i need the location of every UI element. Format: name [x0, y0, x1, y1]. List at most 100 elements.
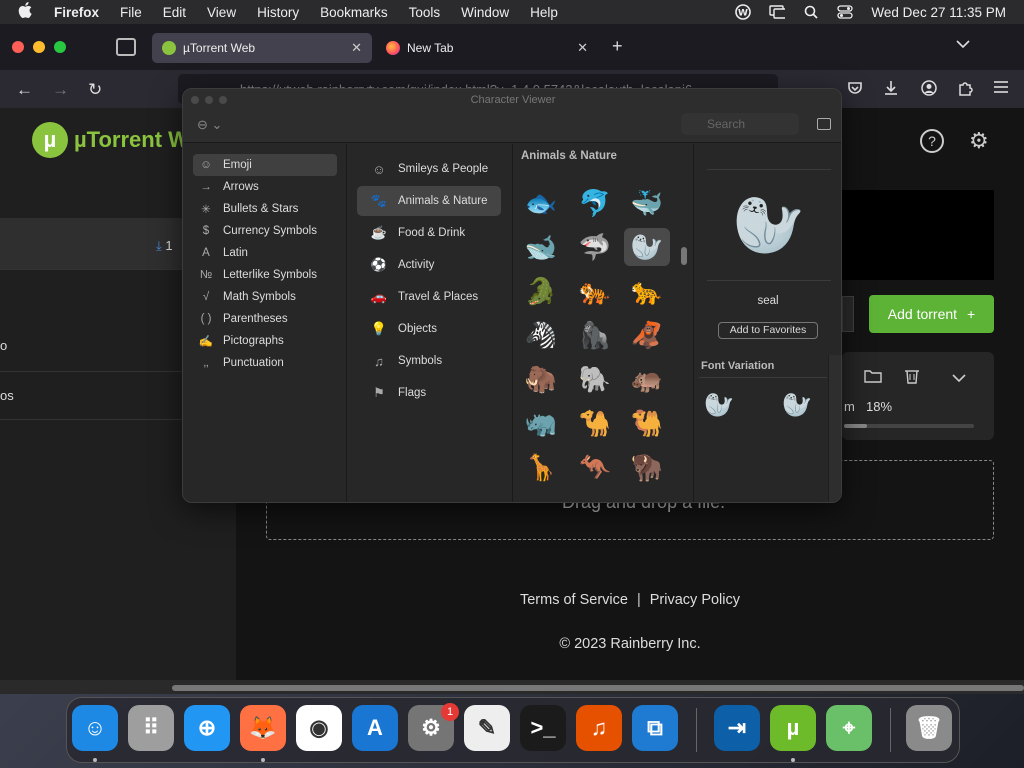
back-button[interactable]: ← — [16, 80, 33, 100]
category-item[interactable]: ✳ Bullets & Stars — [193, 198, 337, 220]
emoji-cell[interactable]: 🦒 — [518, 448, 564, 486]
category-item[interactable]: ( ) Parentheses — [193, 308, 337, 330]
dock-finder-icon[interactable]: ☺ — [72, 705, 118, 751]
subcategory-item[interactable]: 🐾 Animals & Nature — [357, 186, 501, 216]
subcategory-item[interactable]: ♫ Symbols — [357, 346, 501, 376]
category-item[interactable]: ✍ Pictographs — [193, 330, 337, 352]
category-item[interactable]: № Letterlike Symbols — [193, 264, 337, 286]
dock-terminal-icon[interactable]: >_ — [520, 705, 566, 751]
window-close-button[interactable] — [12, 41, 24, 53]
menu-history[interactable]: History — [257, 5, 299, 20]
add-to-favorites-button[interactable]: Add to Favorites — [718, 322, 818, 339]
account-icon[interactable] — [920, 80, 938, 98]
category-item[interactable]: ‚‚ Punctuation — [193, 352, 337, 374]
subcategory-item[interactable]: ☺ Smileys & People — [357, 154, 501, 184]
emoji-cell[interactable]: 🦧 — [624, 316, 670, 354]
torrent-url-input[interactable] — [842, 296, 854, 332]
terms-link[interactable]: Terms of Service — [520, 592, 628, 608]
cv-search-input[interactable]: Search — [681, 113, 799, 135]
emoji-cell[interactable]: 🦓 — [518, 316, 564, 354]
chevron-down-icon[interactable] — [952, 370, 966, 387]
menu-app-firefox[interactable]: Firefox — [54, 5, 99, 20]
apple-icon[interactable] — [18, 1, 36, 23]
category-item[interactable]: $ Currency Symbols — [193, 220, 337, 242]
menu-window[interactable]: Window — [461, 5, 509, 20]
menu-help[interactable]: Help — [530, 5, 558, 20]
category-item[interactable]: ☺ Emoji — [193, 154, 337, 176]
subcategory-item[interactable]: ☕ Food & Drink — [357, 218, 501, 248]
dock-migration-icon[interactable]: ⇥ — [714, 705, 760, 751]
close-tab-icon[interactable]: ✕ — [577, 40, 588, 56]
dock-torrent-icon[interactable]: µ — [770, 705, 816, 751]
new-tab-button[interactable]: + — [612, 36, 623, 57]
menu-bookmarks[interactable]: Bookmarks — [320, 5, 388, 20]
dock-maps-icon[interactable]: ⌖ — [826, 705, 872, 751]
category-item[interactable]: A Latin — [193, 242, 337, 264]
font-variation-option[interactable]: 🦭 — [704, 391, 734, 420]
close-tab-icon[interactable]: ✕ — [351, 40, 362, 56]
tab-utorrent-web[interactable]: µTorrent Web ✕ — [152, 33, 372, 63]
list-all-tabs-icon[interactable] — [956, 36, 970, 52]
menu-file[interactable]: File — [120, 5, 142, 20]
emoji-cell[interactable]: 🐋 — [518, 228, 564, 266]
cv-action-menu-icon[interactable]: ⊖ ⌄ — [197, 117, 222, 133]
reload-button[interactable]: ↻ — [88, 80, 102, 100]
category-item[interactable]: √ Math Symbols — [193, 286, 337, 308]
extensions-icon[interactable] — [956, 80, 974, 98]
dock-garageband-icon[interactable]: ♫ — [576, 705, 622, 751]
emoji-cell[interactable]: 🐊 — [518, 272, 564, 310]
emoji-grid-scrollbar[interactable] — [681, 247, 687, 265]
emoji-cell[interactable]: 🦬 — [624, 448, 670, 486]
privacy-link[interactable]: Privacy Policy — [650, 592, 740, 608]
subcategory-item[interactable]: 💡 Objects — [357, 314, 501, 344]
dock-app-store-icon[interactable]: A — [352, 705, 398, 751]
firefox-view-icon[interactable] — [116, 38, 136, 56]
hamburger-menu-icon[interactable] — [992, 80, 1010, 98]
menu-view[interactable]: View — [207, 5, 236, 20]
emoji-cell[interactable]: 🐆 — [624, 272, 670, 310]
scrollbar-thumb[interactable] — [172, 685, 1024, 691]
emoji-cell[interactable]: 🐘 — [572, 360, 618, 398]
spotlight-search-icon[interactable] — [803, 5, 819, 19]
open-folder-icon[interactable] — [864, 368, 882, 387]
emoji-cell[interactable]: 🦘 — [572, 448, 618, 486]
add-torrent-button[interactable]: Add torrent + — [869, 295, 994, 333]
emoji-cell[interactable]: 🐳 — [624, 184, 670, 222]
dock-trash-icon[interactable]: 🗑 — [906, 705, 952, 751]
cv-layout-toggle-icon[interactable] — [817, 118, 831, 130]
emoji-cell[interactable]: 🦣 — [518, 360, 564, 398]
window-zoom-button[interactable] — [54, 41, 66, 53]
subcategory-item[interactable]: ⚑ Flags — [357, 378, 501, 408]
menu-edit[interactable]: Edit — [163, 5, 186, 20]
emoji-cell[interactable]: 🐬 — [572, 184, 618, 222]
dock-vs-code-icon[interactable]: ⧉ — [632, 705, 678, 751]
wordpress-icon[interactable]: W — [735, 4, 752, 20]
help-icon[interactable]: ? — [920, 129, 944, 153]
dock-textedit-icon[interactable]: ✎ — [464, 705, 510, 751]
pocket-icon[interactable] — [846, 80, 864, 98]
dock-chrome-icon[interactable]: ◉ — [296, 705, 342, 751]
emoji-cell[interactable]: 🐟 — [518, 184, 564, 222]
dock-firefox-icon[interactable]: 🦊 — [240, 705, 286, 751]
subcategory-item[interactable]: ⚽ Activity — [357, 250, 501, 280]
emoji-cell[interactable]: 🐫 — [624, 404, 670, 442]
dock-safari-icon[interactable]: ⊕ — [184, 705, 230, 751]
downloads-icon[interactable] — [882, 80, 900, 98]
tab-new-tab[interactable]: New Tab ✕ — [376, 33, 598, 63]
delete-trash-icon[interactable] — [904, 368, 920, 388]
emoji-cell[interactable]: 🦭 — [624, 228, 670, 266]
subcategory-item[interactable]: 🚗 Travel & Places — [357, 282, 501, 312]
category-item[interactable]: → Arrows — [193, 176, 337, 198]
menu-tools[interactable]: Tools — [409, 5, 441, 20]
forward-button[interactable]: → — [52, 80, 69, 100]
control-center-icon[interactable] — [837, 5, 854, 19]
dock-launchpad-icon[interactable]: ⠿ — [128, 705, 174, 751]
screen-mirroring-icon[interactable] — [769, 5, 786, 19]
window-minimize-button[interactable] — [33, 41, 45, 53]
settings-gear-icon[interactable]: ⚙ — [969, 128, 989, 154]
emoji-cell[interactable]: 🐅 — [572, 272, 618, 310]
emoji-cell[interactable]: 🦏 — [518, 404, 564, 442]
font-variation-option[interactable]: 🦭 — [782, 391, 812, 420]
emoji-cell[interactable]: 🦛 — [624, 360, 670, 398]
detail-scrollbar[interactable] — [828, 355, 841, 502]
